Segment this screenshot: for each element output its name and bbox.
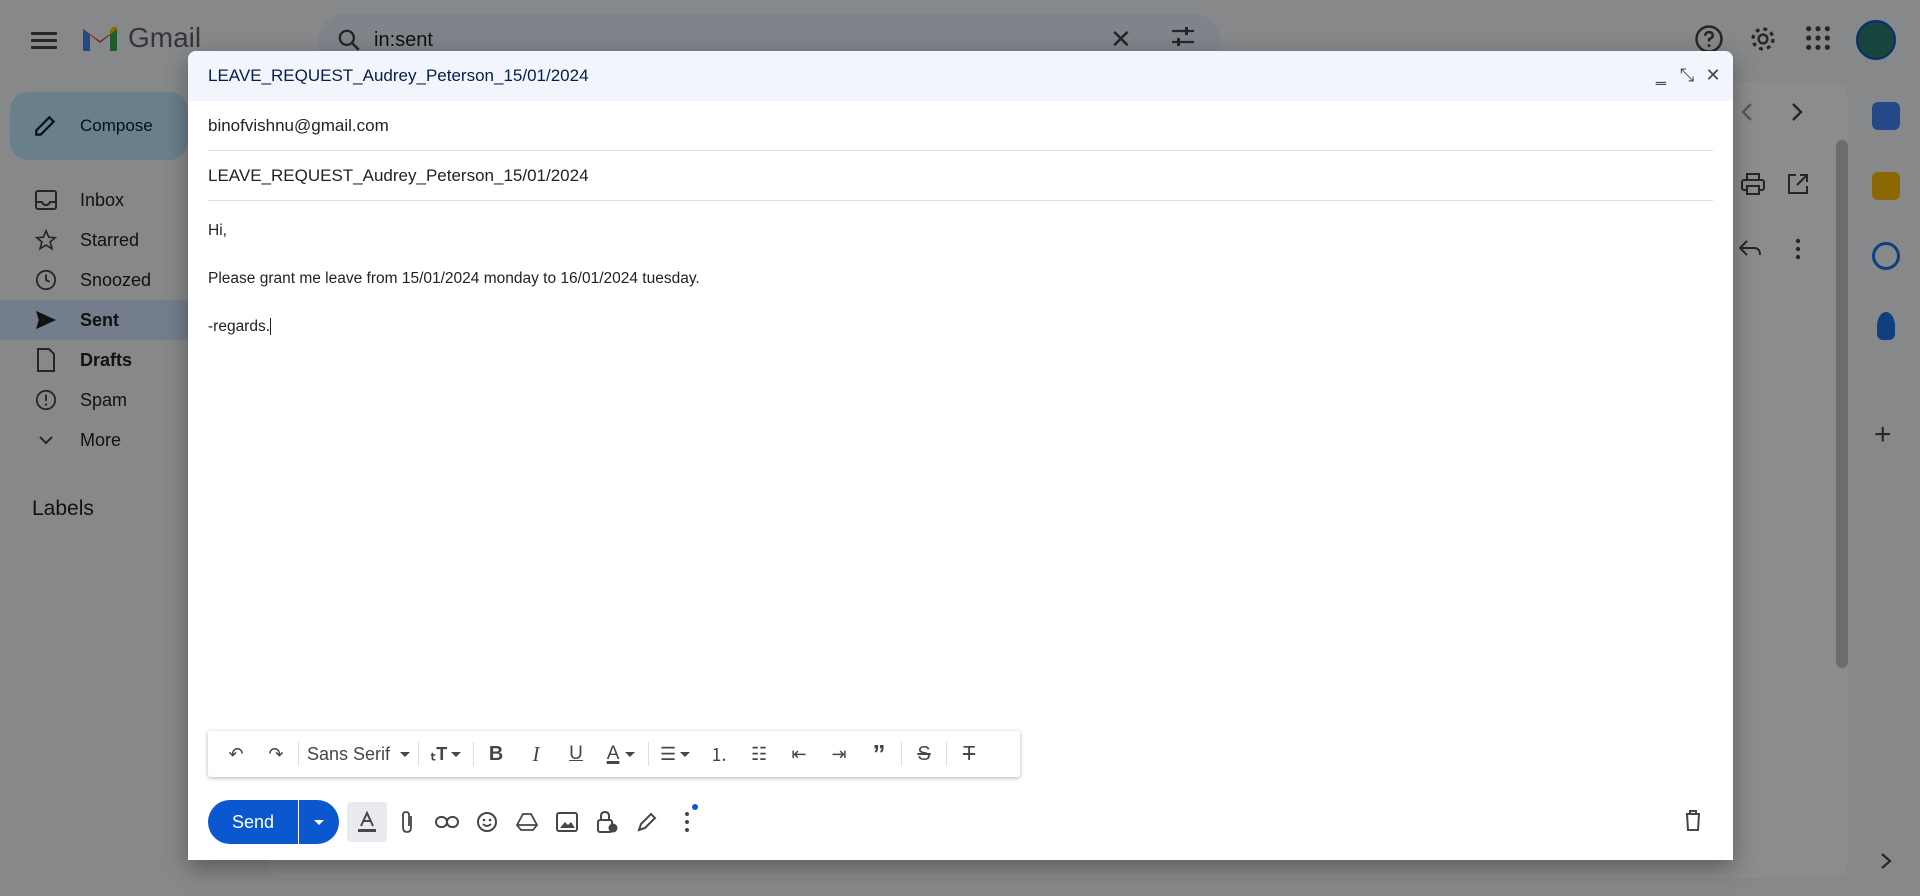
redo-icon[interactable]: ↷ <box>256 736 296 772</box>
toolbar-divider <box>946 742 948 766</box>
italic-icon[interactable]: I <box>516 736 556 772</box>
font-family-select[interactable]: Sans Serif <box>301 744 416 765</box>
formatting-options-icon[interactable] <box>347 802 387 842</box>
toolbar-divider <box>901 742 903 766</box>
dropdown-caret-icon <box>680 751 691 757</box>
font-size-icon[interactable]: ₜT <box>421 736 471 772</box>
minimize-icon[interactable]: ‗ <box>1653 65 1669 86</box>
body-line: Please grant me leave from 15/01/2024 mo… <box>208 270 700 287</box>
underline-icon[interactable]: U <box>556 736 596 772</box>
indent-more-icon[interactable]: ⇥ <box>819 736 859 772</box>
bold-icon[interactable]: B <box>476 736 516 772</box>
more-options-icon[interactable] <box>667 802 707 842</box>
dropdown-caret-icon <box>314 819 324 825</box>
strikethrough-icon[interactable]: S <box>904 736 944 772</box>
to-field[interactable]: binofvishnu@gmail.com <box>208 101 1713 151</box>
signature-pen-icon[interactable] <box>627 802 667 842</box>
dropdown-caret-icon <box>400 751 411 757</box>
remove-formatting-icon[interactable]: T <box>949 736 989 772</box>
toolbar-divider <box>418 742 420 766</box>
recipient-address: binofvishnu@gmail.com <box>208 115 389 135</box>
toolbar-divider <box>298 742 299 766</box>
align-icon[interactable]: ☰ <box>651 736 699 772</box>
compose-actions-bar: Send <box>208 800 1713 844</box>
send-options-button[interactable] <box>299 800 339 844</box>
google-drive-icon[interactable] <box>507 802 547 842</box>
discard-draft-icon[interactable] <box>1673 800 1713 840</box>
quote-icon[interactable]: ” <box>859 736 899 772</box>
emoji-icon[interactable] <box>467 802 507 842</box>
undo-icon[interactable]: ↶ <box>216 736 256 772</box>
dropdown-caret-icon <box>625 751 636 757</box>
dropdown-caret-icon <box>451 751 462 757</box>
toolbar-divider <box>473 742 475 766</box>
bulleted-list-icon[interactable]: ☷ <box>739 736 779 772</box>
body-line: Hi, <box>208 222 227 239</box>
compose-title: LEAVE_REQUEST_Audrey_Peterson_15/01/2024 <box>208 66 589 85</box>
attach-file-icon[interactable] <box>387 802 427 842</box>
indent-less-icon[interactable]: ⇤ <box>779 736 819 772</box>
insert-photo-icon[interactable] <box>547 802 587 842</box>
close-icon[interactable]: ✕ <box>1705 65 1721 86</box>
body-line: -regards. <box>208 318 271 335</box>
exit-fullscreen-icon[interactable]: ⤡ <box>1679 65 1695 86</box>
text-cursor <box>270 318 272 336</box>
font-family-value: Sans Serif <box>307 743 391 764</box>
notification-dot <box>692 804 698 810</box>
message-body[interactable]: Hi, Please grant me leave from 15/01/202… <box>188 201 1733 339</box>
numbered-list-icon[interactable]: ⒈ <box>699 736 739 772</box>
formatting-toolbar: ↶ ↷ Sans Serif ₜT B I U A ☰ ⒈ ☷ ⇤ ⇥ ” S … <box>208 731 1020 777</box>
compose-header[interactable]: LEAVE_REQUEST_Audrey_Peterson_15/01/2024… <box>188 51 1733 101</box>
compose-dialog: LEAVE_REQUEST_Audrey_Peterson_15/01/2024… <box>188 51 1733 860</box>
text-color-icon[interactable]: A <box>596 736 646 772</box>
confidential-mode-icon[interactable] <box>587 802 627 842</box>
toolbar-divider <box>648 742 650 766</box>
subject-field[interactable]: LEAVE_REQUEST_Audrey_Peterson_15/01/2024 <box>208 151 1713 201</box>
insert-link-icon[interactable] <box>427 802 467 842</box>
subject-value: LEAVE_REQUEST_Audrey_Peterson_15/01/2024 <box>208 165 589 185</box>
send-button[interactable]: Send <box>208 800 298 844</box>
